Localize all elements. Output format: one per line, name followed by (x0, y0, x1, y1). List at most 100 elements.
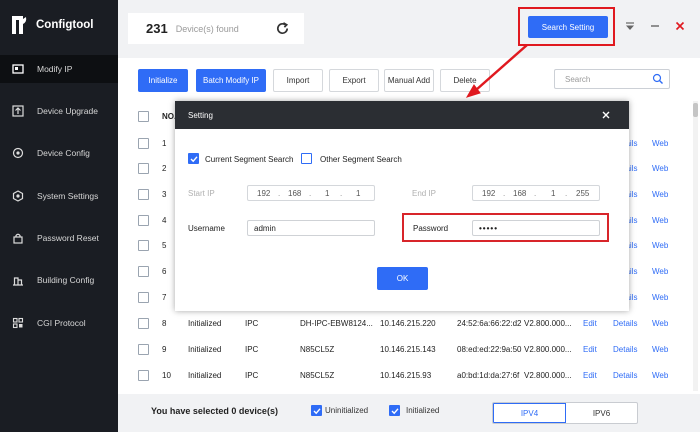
password-label: Password (413, 224, 449, 233)
row-checkbox[interactable] (138, 163, 149, 174)
web-link[interactable]: Web (652, 216, 668, 225)
table-scrollbar[interactable] (693, 101, 698, 391)
sidebar-item-label: Device Config (37, 148, 90, 158)
ipv4-tab[interactable]: IPV4 (493, 403, 566, 423)
ip-version-toggle: IPV4 IPV6 (492, 402, 638, 424)
table-row[interactable]: 9 Initialized IPC N85CL5Z 10.146.215.143… (130, 337, 690, 362)
search-icon[interactable] (652, 73, 664, 85)
current-segment-label: Current Segment Search (205, 155, 294, 164)
sidebar-item-label: Modify IP (37, 64, 73, 74)
start-ip-field[interactable]: 192 . 168 . 1 . 1 (247, 185, 375, 201)
modify-ip-icon (12, 63, 24, 75)
row-checkbox[interactable] (138, 266, 149, 277)
configtool-logo-icon (12, 16, 27, 34)
row-number: 9 (162, 345, 167, 354)
web-link[interactable]: Web (652, 164, 668, 173)
username-input[interactable]: admin (247, 220, 375, 236)
sidebar-item-building-config[interactable]: Building Config (0, 266, 118, 294)
start-ip-octet: 168 (288, 188, 302, 198)
edit-link[interactable]: Edit (583, 319, 597, 328)
web-link[interactable]: Web (652, 267, 668, 276)
initialized-checkbox[interactable] (389, 405, 400, 416)
start-ip-octet: 192 (257, 188, 271, 198)
row-checkbox[interactable] (138, 344, 149, 355)
uninitialized-checkbox[interactable] (311, 405, 322, 416)
export-button[interactable]: Export (329, 69, 379, 92)
search-field[interactable] (554, 69, 670, 89)
footer: You have selected 0 device(s) Uninitiali… (118, 394, 700, 432)
row-version: V2.800.000... (524, 371, 572, 380)
details-link[interactable]: Details (613, 371, 637, 380)
sidebar-item-password-reset[interactable]: Password Reset (0, 224, 118, 252)
ipv6-tab[interactable]: IPV6 (566, 403, 637, 423)
row-type: IPC (245, 319, 259, 328)
end-ip-label: End IP (412, 189, 437, 198)
dialog-close-icon[interactable] (601, 110, 611, 120)
row-number: 4 (162, 216, 167, 225)
refresh-icon[interactable] (275, 21, 290, 36)
row-number: 7 (162, 293, 167, 302)
initialized-label: Initialized (406, 406, 440, 415)
sidebar-item-label: CGI Protocol (37, 318, 86, 328)
row-number: 2 (162, 164, 167, 173)
sidebar-item-cgi-protocol[interactable]: CGI Protocol (0, 309, 118, 337)
end-ip-octet: 1 (551, 188, 556, 198)
row-checkbox[interactable] (138, 189, 149, 200)
selection-prefix: You have selected (151, 406, 229, 416)
import-button[interactable]: Import (273, 69, 323, 92)
manual-add-button[interactable]: Manual Add (384, 69, 434, 92)
batch-modify-ip-button[interactable]: Batch Modify IP (196, 69, 266, 92)
row-ip: 10.146.215.220 (380, 319, 436, 328)
app-logo: Configtool (10, 14, 93, 36)
web-link[interactable]: Web (652, 371, 668, 380)
row-model: DH-IPC-EBW8124... (300, 319, 373, 328)
delete-button[interactable]: Delete (440, 69, 490, 92)
details-link[interactable]: Details (613, 345, 637, 354)
menu-dropdown-icon[interactable] (624, 20, 636, 32)
end-ip-octet: 192 (482, 188, 496, 198)
ok-button[interactable]: OK (377, 267, 428, 290)
sidebar-item-system-settings[interactable]: System Settings (0, 182, 118, 210)
table-scrollbar-thumb[interactable] (693, 103, 698, 117)
row-checkbox[interactable] (138, 318, 149, 329)
search-input[interactable] (565, 74, 649, 84)
username-label: Username (188, 224, 225, 233)
web-link[interactable]: Web (652, 345, 668, 354)
row-checkbox[interactable] (138, 138, 149, 149)
edit-link[interactable]: Edit (583, 371, 597, 380)
web-link[interactable]: Web (652, 241, 668, 250)
row-checkbox[interactable] (138, 370, 149, 381)
table-row[interactable]: 8 Initialized IPC DH-IPC-EBW8124... 10.1… (130, 311, 690, 336)
edit-link[interactable]: Edit (583, 345, 597, 354)
select-all-checkbox[interactable] (138, 111, 149, 122)
table-row[interactable]: 10 Initialized IPC N85CL5Z 10.146.215.93… (130, 363, 690, 388)
row-status: Initialized (188, 371, 222, 380)
settings-icon (12, 190, 24, 202)
row-checkbox[interactable] (138, 292, 149, 303)
row-number: 5 (162, 241, 167, 250)
details-link[interactable]: Details (613, 319, 637, 328)
close-icon[interactable] (674, 20, 686, 32)
config-icon (12, 147, 24, 159)
sidebar-item-device-upgrade[interactable]: Device Upgrade (0, 97, 118, 125)
row-number: 1 (162, 139, 167, 148)
initialize-button[interactable]: Initialize (138, 69, 188, 92)
end-ip-field[interactable]: 192 . 168 . 1 . 255 (472, 185, 600, 201)
row-checkbox[interactable] (138, 215, 149, 226)
minimize-icon[interactable] (649, 20, 661, 32)
other-segment-checkbox[interactable] (301, 153, 312, 164)
search-setting-button[interactable]: Search Setting (528, 16, 608, 38)
web-link[interactable]: Web (652, 190, 668, 199)
current-segment-checkbox[interactable] (188, 153, 199, 164)
web-link[interactable]: Web (652, 293, 668, 302)
selection-suffix: device(s) (238, 406, 278, 416)
upgrade-icon (12, 105, 24, 117)
row-number: 3 (162, 190, 167, 199)
sidebar-item-device-config[interactable]: Device Config (0, 139, 118, 167)
password-input[interactable]: ••••• (472, 220, 600, 236)
web-link[interactable]: Web (652, 139, 668, 148)
row-checkbox[interactable] (138, 240, 149, 251)
row-mac: 24:52:6a:66:22:d2 (457, 319, 522, 328)
sidebar-item-modify-ip[interactable]: Modify IP (0, 55, 118, 83)
web-link[interactable]: Web (652, 319, 668, 328)
